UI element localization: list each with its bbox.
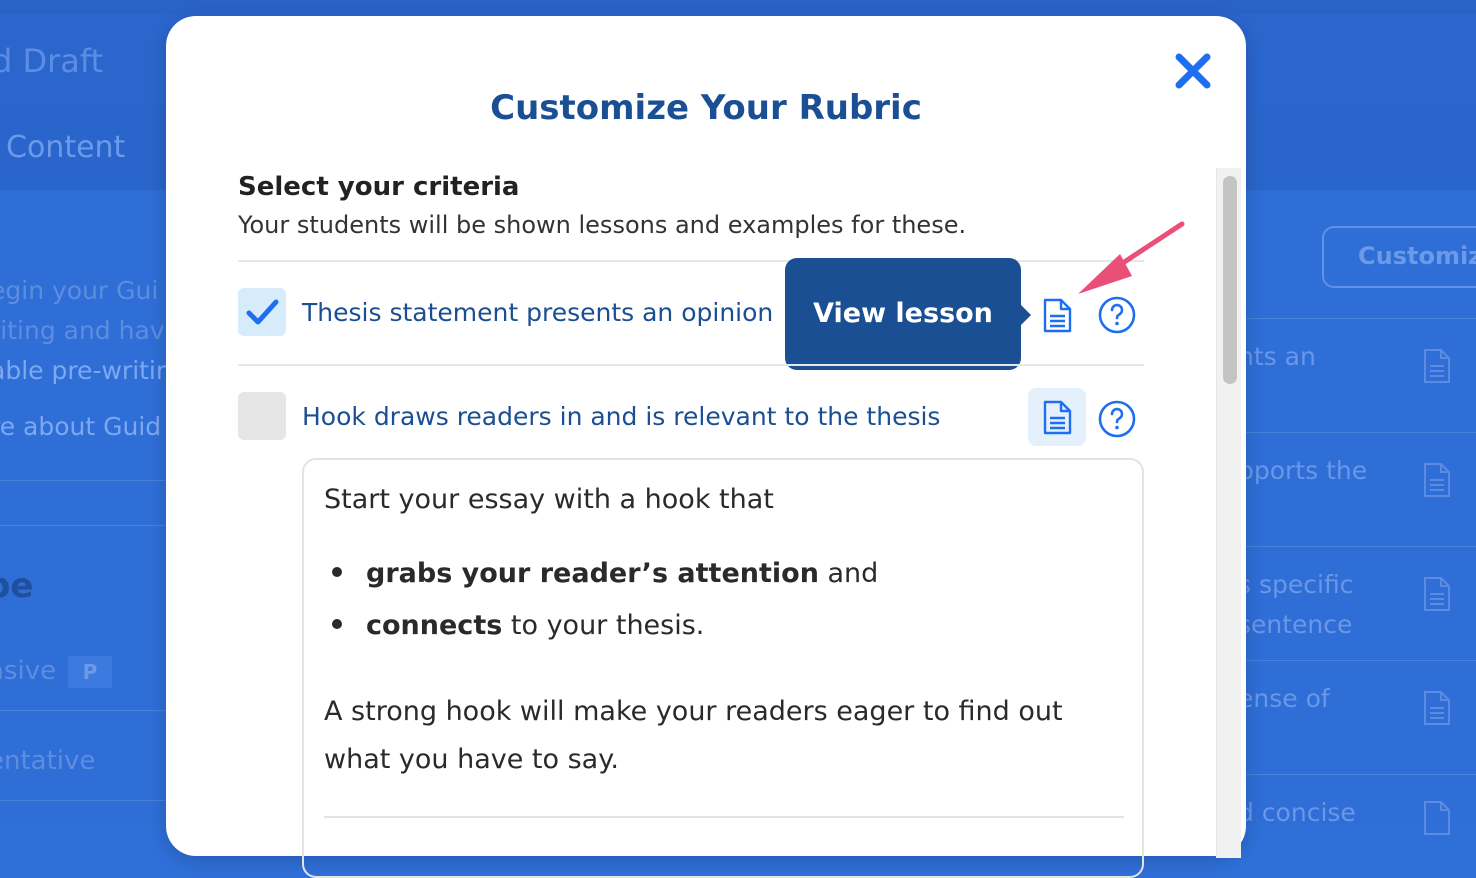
background-right-line: d concise	[1238, 798, 1356, 827]
background-right-line: ense of	[1238, 684, 1330, 713]
background-divider	[0, 710, 166, 711]
background-pill-badge: P	[68, 656, 112, 688]
document-icon	[1422, 690, 1452, 726]
background-customize-button: Customiz	[1322, 226, 1476, 288]
lesson-paragraph: A strong hook will make your readers eag…	[324, 696, 1063, 775]
background-divider	[0, 525, 166, 526]
section-description: Your students will be shown lessons and …	[238, 211, 967, 239]
lesson-bullet-text: and	[818, 558, 879, 589]
background-link-line: re about Guid	[0, 412, 162, 441]
background-side-item: entative	[0, 746, 96, 776]
annotation-arrow-icon	[1078, 221, 1185, 294]
background-right-line: pports the	[1238, 456, 1368, 485]
background-header-title: d Draft	[0, 42, 104, 80]
checkmark-icon	[246, 299, 279, 325]
modal-title: Customize Your Rubric	[490, 88, 922, 128]
modal-scrollbar-thumb[interactable]	[1223, 176, 1237, 384]
bullet-dot	[332, 566, 342, 577]
criterion-label-hook[interactable]: Hook draws readers in and is relevant to…	[302, 402, 940, 431]
lesson-bullet-bold: connects	[366, 610, 503, 641]
document-icon	[1422, 348, 1452, 384]
customize-rubric-modal: Customize Your Rubric Select your criter…	[166, 16, 1246, 878]
background-divider	[0, 480, 166, 481]
background-divider	[1246, 774, 1476, 775]
lesson-detail-panel: Start your essay with a hook that grabs …	[302, 458, 1144, 878]
lesson-bullet: connects to your thesis.	[332, 610, 704, 641]
question-circle-icon	[1098, 400, 1136, 438]
criterion-label-thesis[interactable]: Thesis statement presents an opinion	[302, 298, 773, 327]
background-tab-content: Content	[6, 130, 126, 165]
document-icon	[1422, 462, 1452, 498]
criterion-checkbox-thesis[interactable]	[238, 288, 286, 336]
background-divider	[1246, 318, 1476, 319]
background-divider	[1246, 546, 1476, 547]
view-lesson-button-hook[interactable]	[1028, 388, 1086, 446]
criterion-checkbox-hook[interactable]	[238, 392, 286, 440]
bullet-dot	[332, 618, 342, 629]
background-side-item: asive	[0, 656, 57, 686]
divider	[238, 364, 1144, 366]
background-text-line: egin your Gui	[0, 276, 159, 305]
background-right-line: nts an	[1238, 342, 1316, 371]
background-text-line: riting and hav	[0, 316, 165, 345]
background-divider	[0, 800, 166, 801]
document-icon	[1422, 576, 1452, 612]
view-lesson-tooltip: View lesson	[785, 258, 1021, 370]
document-icon	[1422, 800, 1452, 836]
lesson-bullet-text: to your thesis.	[502, 610, 705, 641]
lesson-bullet-bold: grabs your reader’s attention	[366, 558, 819, 589]
section-label: Select your criteria	[238, 172, 520, 202]
background-right-line: sentence	[1238, 610, 1353, 639]
divider	[324, 816, 1124, 818]
background-link-line: able pre-writin	[0, 356, 172, 385]
background-topline	[0, 0, 1476, 14]
lesson-bullet: grabs your reader’s attention and	[332, 558, 878, 589]
lesson-intro: Start your essay with a hook that	[324, 484, 774, 515]
help-button-hook[interactable]	[1088, 390, 1146, 448]
document-icon	[1043, 400, 1072, 435]
background-divider	[1246, 432, 1476, 433]
background-heading: pe	[0, 566, 34, 606]
background-divider	[1246, 660, 1476, 661]
background-right-line: s specific	[1238, 570, 1354, 599]
